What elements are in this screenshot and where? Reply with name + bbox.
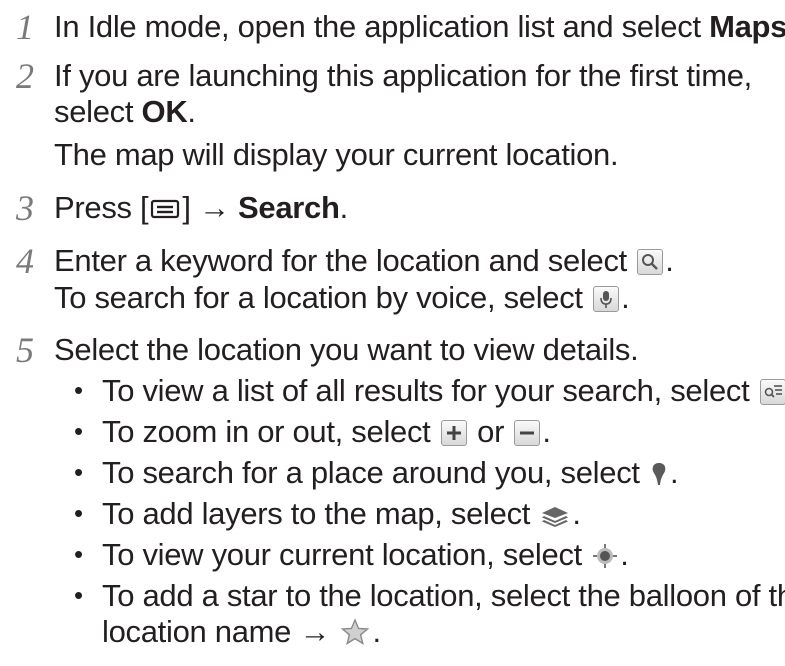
star-icon (340, 618, 370, 646)
step-text: Select the location you want to view det… (54, 332, 639, 367)
step-text: The map will display your current locati… (54, 137, 619, 172)
step-text: In Idle mode, open the application list … (54, 6, 785, 48)
step-text: select OK. (54, 91, 196, 133)
bullet-text: To add layers to the map, select (102, 496, 539, 531)
step-text-part: Enter a keyword for the location and sel… (54, 243, 636, 278)
bullet-text: . (542, 414, 551, 449)
search-icon (637, 249, 664, 275)
step-text-part: ] → (182, 190, 239, 225)
bullet-text: or (468, 414, 513, 449)
microphone-icon (593, 286, 620, 312)
bullet-text: To view a list of all results for your s… (102, 373, 758, 408)
bullet-text: . (670, 455, 679, 490)
results-list-icon (759, 379, 785, 405)
bullet-text: . (572, 496, 581, 531)
maps-label: Maps (709, 9, 785, 44)
my-location-icon (592, 543, 618, 569)
bullet-item: • To view your current location, select . (74, 533, 629, 576)
bullet-dot: • (74, 539, 83, 569)
search-label: Search (238, 190, 340, 225)
zoom-out-icon (514, 420, 541, 446)
step-number: 2 (16, 56, 34, 96)
step-number: 4 (16, 241, 34, 281)
bullet-text: To zoom in or out, select (102, 414, 439, 449)
bullet-dot: • (74, 580, 83, 610)
step-text: Enter a keyword for the location and sel… (54, 240, 674, 282)
step-text-part: To search for a location by voice, selec… (54, 280, 592, 315)
step-text-part: . (339, 190, 349, 225)
menu-key-icon (150, 198, 180, 220)
step-number: 1 (16, 7, 34, 47)
bullet-item: • To add layers to the map, select . (74, 492, 581, 535)
bullet-dot: • (74, 498, 83, 528)
bullet-text: To add a star to the location, select th… (102, 578, 785, 613)
step-text-part: . (621, 280, 630, 315)
bullet-item: • To search for a place around you, selec… (74, 451, 679, 494)
zoom-in-icon (440, 420, 467, 446)
step-text-part: Press [ (54, 190, 149, 225)
step-text-part: In Idle mode, open the application list … (54, 9, 710, 44)
step-number: 3 (16, 188, 34, 228)
bullet-item: • To view a list of all results for your … (74, 369, 785, 412)
step-text: Press [ ] → Search. (54, 187, 348, 229)
places-pin-icon (650, 461, 668, 487)
step-text-part: . (187, 94, 196, 129)
bullet-dot: • (74, 375, 83, 405)
step-text-part: . (665, 243, 674, 278)
step-text-part: select (54, 94, 142, 129)
bullet-text: . (372, 614, 381, 649)
bullet-text: To view your current location, select (102, 537, 591, 572)
ok-label: OK (141, 94, 188, 129)
bullet-item-continuation: location name → . (102, 611, 381, 653)
layers-icon (540, 504, 570, 528)
bullet-dot: • (74, 416, 83, 446)
step-number: 5 (16, 330, 34, 370)
bullet-dot: • (74, 457, 83, 487)
bullet-item: • To zoom in or out, select or . (74, 410, 551, 453)
step-text: To search for a location by voice, selec… (54, 277, 630, 319)
bullet-text: location name → (102, 614, 339, 649)
bullet-text: . (620, 537, 629, 572)
bullet-text: To search for a place around you, select (102, 455, 649, 490)
